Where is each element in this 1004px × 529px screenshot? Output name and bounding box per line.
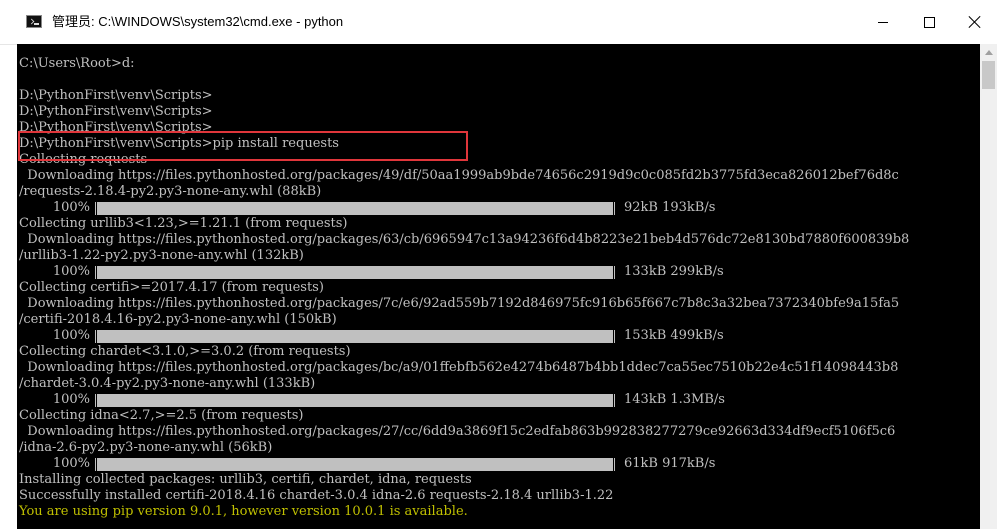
- title-bar[interactable]: 管理员: C:\WINDOWS\system32\cmd.exe - pytho…: [0, 0, 1004, 45]
- progress-bar: [95, 265, 615, 279]
- console-lines: C:\Users\Root>d: D:\PythonFirst\venv\Scri…: [19, 56, 909, 520]
- console-line: Downloading https://files.pythonhosted.o…: [19, 360, 899, 375]
- progress-stats: 61kB 917kB/s: [624, 456, 716, 471]
- progress-bar: [95, 393, 615, 407]
- console-line: /chardet-3.0.4-py2.py3-none-any.whl (133…: [19, 376, 316, 391]
- progress-line: 100% 153kB 499kB/s: [19, 328, 909, 344]
- progress-stats: 143kB 1.3MB/s: [624, 392, 725, 407]
- command-highlight-box: [18, 131, 468, 161]
- progress-stats: 92kB 193kB/s: [624, 200, 716, 215]
- minimize-button[interactable]: [860, 0, 906, 44]
- progress-fill: [97, 329, 613, 343]
- console-line: Collecting certifi>=2017.4.17 (from requ…: [19, 280, 324, 295]
- cmd-window: 管理员: C:\WINDOWS\system32\cmd.exe - pytho…: [0, 0, 1004, 529]
- progress-stats: 153kB 499kB/s: [624, 328, 724, 343]
- progress-percent: 100%: [52, 392, 90, 407]
- scroll-thumb[interactable]: [982, 61, 995, 89]
- progress-fill: [97, 265, 613, 279]
- progress-line: 100% 143kB 1.3MB/s: [19, 392, 909, 408]
- console-line: Downloading https://files.pythonhosted.o…: [19, 296, 900, 311]
- scroll-up-button[interactable]: [980, 44, 997, 61]
- console-line: Successfully installed certifi-2018.4.16…: [19, 488, 614, 503]
- console-line: D:\PythonFirst\venv\Scripts>: [19, 104, 213, 119]
- cmd-icon[interactable]: [26, 15, 42, 28]
- progress-line: 100% 133kB 299kB/s: [19, 264, 909, 280]
- console-line: /certifi-2018.4.16-py2.py3-none-any.whl …: [19, 312, 337, 327]
- progress-fill: [97, 201, 613, 215]
- console-line: /idna-2.6-py2.py3-none-any.whl (56kB): [19, 440, 273, 455]
- window-edge: [997, 44, 1004, 529]
- maximize-button[interactable]: [906, 0, 952, 44]
- progress-bar: [95, 457, 615, 471]
- console-line: Collecting chardet<3.1.0,>=3.0.2 (from r…: [19, 344, 351, 359]
- progress-fill: [97, 393, 613, 407]
- minimize-icon: [878, 21, 888, 23]
- console-line: D:\PythonFirst\venv\Scripts>: [19, 88, 213, 103]
- progress-bar: [95, 201, 615, 215]
- progress-bar: [95, 329, 615, 343]
- console-line: Collecting idna<2.7,>=2.5 (from requests…: [19, 408, 304, 423]
- arrow-up-icon: [984, 50, 993, 55]
- progress-stats: 133kB 299kB/s: [624, 264, 724, 279]
- close-icon: [968, 15, 982, 29]
- window-title: 管理员: C:\WINDOWS\system32\cmd.exe - pytho…: [52, 14, 344, 29]
- console-line: /urllib3-1.22-py2.py3-none-any.whl (132k…: [19, 248, 304, 263]
- console-line: Downloading https://files.pythonhosted.o…: [19, 232, 910, 247]
- console-line: C:\Users\Root>d:: [19, 56, 135, 71]
- maximize-icon: [923, 16, 935, 28]
- progress-percent: 100%: [52, 200, 90, 215]
- progress-percent: 100%: [52, 456, 90, 471]
- close-button[interactable]: [952, 0, 998, 44]
- console-warning-line: You are using pip version 9.0.1, however…: [19, 504, 468, 519]
- console-line: /requests-2.18.4-py2.py3-none-any.whl (8…: [19, 184, 322, 199]
- vertical-scrollbar[interactable]: [980, 44, 997, 529]
- console-line: Downloading https://files.pythonhosted.o…: [19, 168, 899, 183]
- console-line: Installing collected packages: urllib3, …: [19, 472, 472, 487]
- progress-percent: 100%: [52, 328, 90, 343]
- progress-line: 100% 61kB 917kB/s: [19, 456, 909, 472]
- console-line: Downloading https://files.pythonhosted.o…: [19, 424, 896, 439]
- console-line: Collecting urllib3<1.23,>=1.21.1 (from r…: [19, 216, 348, 231]
- progress-percent: 100%: [52, 264, 90, 279]
- progress-fill: [97, 457, 613, 471]
- console-output[interactable]: C:\Users\Root>d: D:\PythonFirst\venv\Scri…: [17, 44, 980, 529]
- progress-line: 100% 92kB 193kB/s: [19, 200, 909, 216]
